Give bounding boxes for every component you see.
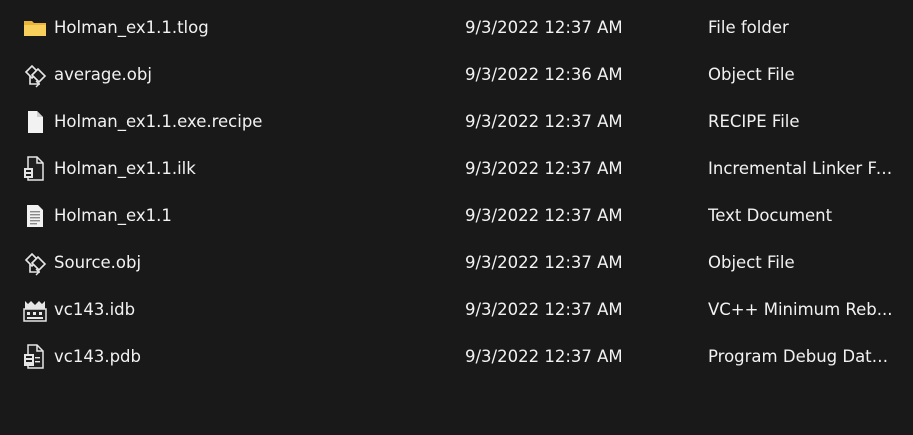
file-date: 9/3/2022 12:37 AM <box>465 253 623 272</box>
file-date: 9/3/2022 12:36 AM <box>465 65 623 84</box>
file-name: vc143.pdb <box>54 347 141 366</box>
folder-icon <box>22 15 48 41</box>
file-type: VC++ Minimum Reb... <box>708 300 893 319</box>
file-name: Source.obj <box>54 253 142 272</box>
list-item[interactable]: vc143.pdb 9/3/2022 12:37 AM Program Debu… <box>0 333 913 380</box>
file-name: Holman_ex1.1 <box>54 206 172 225</box>
file-name: average.obj <box>54 65 152 84</box>
text-document-icon <box>22 203 48 229</box>
file-date: 9/3/2022 12:37 AM <box>465 159 623 178</box>
object-file-icon <box>22 62 48 88</box>
file-name: vc143.idb <box>54 300 136 319</box>
file-date: 9/3/2022 12:37 AM <box>465 206 623 225</box>
file-type: File folder <box>708 18 789 37</box>
file-date: 9/3/2022 12:37 AM <box>465 112 623 131</box>
pdb-file-icon <box>22 344 48 370</box>
blank-file-icon <box>22 109 48 135</box>
file-name: Holman_ex1.1.exe.recipe <box>54 112 263 131</box>
file-type: RECIPE File <box>708 112 800 131</box>
list-item[interactable]: average.obj 9/3/2022 12:36 AM Object Fil… <box>0 51 913 98</box>
list-item[interactable]: vc143.idb 9/3/2022 12:37 AM VC++ Minimum… <box>0 286 913 333</box>
list-item[interactable]: Source.obj 9/3/2022 12:37 AM Object File <box>0 239 913 286</box>
list-item[interactable]: Holman_ex1.1.tlog 9/3/2022 12:37 AM File… <box>0 4 913 51</box>
list-item[interactable]: Holman_ex1.1 9/3/2022 12:37 AM Text Docu… <box>0 192 913 239</box>
file-name: Holman_ex1.1.ilk <box>54 159 196 178</box>
file-type: Incremental Linker File <box>708 159 894 178</box>
object-file-icon <box>22 250 48 276</box>
file-date: 9/3/2022 12:37 AM <box>465 18 623 37</box>
file-date: 9/3/2022 12:37 AM <box>465 300 623 319</box>
linker-file-icon <box>22 156 48 182</box>
file-type: Object File <box>708 65 795 84</box>
list-item[interactable]: Holman_ex1.1.ilk 9/3/2022 12:37 AM Incre… <box>0 145 913 192</box>
file-name: Holman_ex1.1.tlog <box>54 18 209 37</box>
list-item[interactable]: Holman_ex1.1.exe.recipe 9/3/2022 12:37 A… <box>0 98 913 145</box>
idb-file-icon <box>22 297 48 323</box>
file-date: 9/3/2022 12:37 AM <box>465 347 623 366</box>
file-list: Holman_ex1.1.tlog 9/3/2022 12:37 AM File… <box>0 0 913 435</box>
file-type: Program Debug Data... <box>708 347 894 366</box>
file-type: Text Document <box>708 206 833 225</box>
file-type: Object File <box>708 253 795 272</box>
